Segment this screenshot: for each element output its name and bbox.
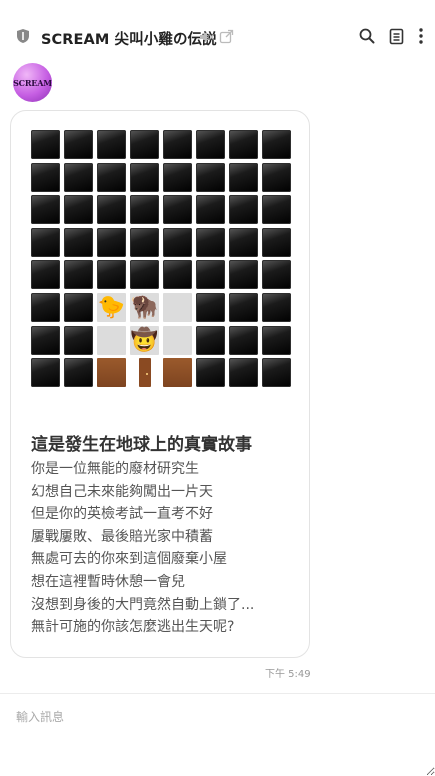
white-square-cell — [97, 325, 126, 355]
black-square-cell — [262, 195, 291, 225]
message-line: 無處可去的你來到這個廢棄小屋 — [31, 551, 227, 568]
white-square-cell — [163, 325, 192, 355]
message-title: 這是發生在地球上的真實故事 — [31, 435, 252, 455]
message-line: 屢戰屢敗、最後賠光家中積蓄 — [31, 528, 213, 545]
door-cell — [130, 358, 159, 388]
black-square-cell — [196, 227, 225, 257]
black-square-cell — [64, 162, 93, 192]
black-square-cell — [31, 195, 60, 225]
black-square-cell — [130, 162, 159, 192]
black-square-cell — [229, 227, 258, 257]
message-line: 沒想到身後的大門竟然自動上鎖了... — [31, 596, 255, 613]
door-icon — [139, 358, 151, 388]
black-square-cell — [262, 358, 291, 388]
black-square-cell — [229, 293, 258, 322]
black-square-cell — [196, 260, 225, 290]
black-square-cell — [97, 162, 126, 192]
black-square-cell — [262, 293, 291, 322]
black-square-cell — [31, 260, 60, 290]
black-square-cell — [97, 260, 126, 290]
chat-title: SCREAM 尖叫小雞の伝説 — [41, 32, 217, 48]
message-line: 但是你的英檢考試一直考不好 — [31, 506, 213, 523]
black-square-cell — [196, 293, 225, 322]
black-square-cell — [64, 358, 93, 388]
black-square-cell — [163, 195, 192, 225]
black-square-cell — [163, 227, 192, 257]
black-square-cell — [31, 130, 60, 159]
more-vertical-icon — [419, 28, 423, 44]
black-square-cell — [229, 260, 258, 290]
black-square-cell — [262, 325, 291, 355]
brown-square-cell — [97, 358, 126, 388]
message-line: 幻想自己未來能夠闖出一片天 — [31, 483, 213, 500]
black-square-cell — [196, 162, 225, 192]
cowboy-face-icon: 🤠 — [130, 327, 159, 353]
black-square-cell — [31, 227, 60, 257]
black-square-cell — [262, 130, 291, 159]
bison-icon: 🦬 — [130, 295, 159, 320]
message-input[interactable] — [0, 694, 435, 776]
search-button[interactable] — [357, 26, 377, 46]
black-square-cell — [163, 162, 192, 192]
black-square-cell — [97, 227, 126, 257]
message-line: 無計可施的你該怎麼逃出生天呢? — [31, 619, 235, 636]
black-square-cell — [97, 130, 126, 159]
speaker-muted-icon — [200, 31, 215, 43]
black-square-cell — [64, 260, 93, 290]
black-square-cell — [196, 358, 225, 388]
message-line: 想在這裡暫時休憩一會兒 — [31, 573, 185, 590]
black-square-cell — [163, 260, 192, 290]
black-square-cell — [229, 358, 258, 388]
black-square-cell — [196, 325, 225, 355]
black-square-cell — [262, 260, 291, 290]
black-square-cell — [130, 260, 159, 290]
black-square-cell — [64, 195, 93, 225]
black-square-cell — [229, 130, 258, 159]
black-square-cell — [196, 195, 225, 225]
black-square-cell — [31, 162, 60, 192]
black-square-cell — [130, 227, 159, 257]
black-square-cell — [130, 195, 159, 225]
black-square-cell — [64, 130, 93, 159]
search-icon — [359, 28, 375, 44]
black-square-cell — [64, 293, 93, 322]
black-square-cell — [262, 227, 291, 257]
black-square-cell — [262, 162, 291, 192]
black-square-cell — [163, 130, 192, 159]
avatar[interactable]: SCREAM — [13, 63, 52, 102]
black-square-cell — [196, 130, 225, 159]
shield-icon — [17, 29, 29, 43]
external-link-icon[interactable] — [219, 29, 234, 44]
message-line: 你是一位無能的廢材研究生 — [31, 461, 199, 477]
notes-icon — [389, 28, 403, 44]
chat-header: SCREAM 尖叫小雞の伝説 — [0, 0, 435, 74]
black-square-cell — [31, 358, 60, 388]
black-square-cell — [229, 195, 258, 225]
notes-button[interactable] — [386, 26, 406, 46]
black-square-cell — [229, 162, 258, 192]
black-square-cell — [64, 227, 93, 257]
emoji-grid-image: 🐤 🦬 🤠 — [31, 130, 292, 388]
baby-chick-icon: 🐤 — [97, 295, 126, 320]
avatar-label: SCREAM — [13, 77, 52, 88]
brown-square-cell — [163, 358, 192, 388]
black-square-cell — [97, 195, 126, 225]
more-options-button[interactable] — [413, 26, 429, 46]
black-square-cell — [130, 130, 159, 159]
message-body: 你是一位無能的廢材研究生 幻想自己未來能夠闖出一片天 但是你的英檢考試一直考不好 屢戰… — [31, 458, 303, 639]
black-square-cell — [31, 325, 60, 355]
message-timestamp: 下午 5:49 — [265, 669, 311, 680]
black-square-cell — [229, 325, 258, 355]
white-square-cell — [163, 293, 192, 322]
black-square-cell — [64, 325, 93, 355]
black-square-cell — [31, 293, 60, 322]
